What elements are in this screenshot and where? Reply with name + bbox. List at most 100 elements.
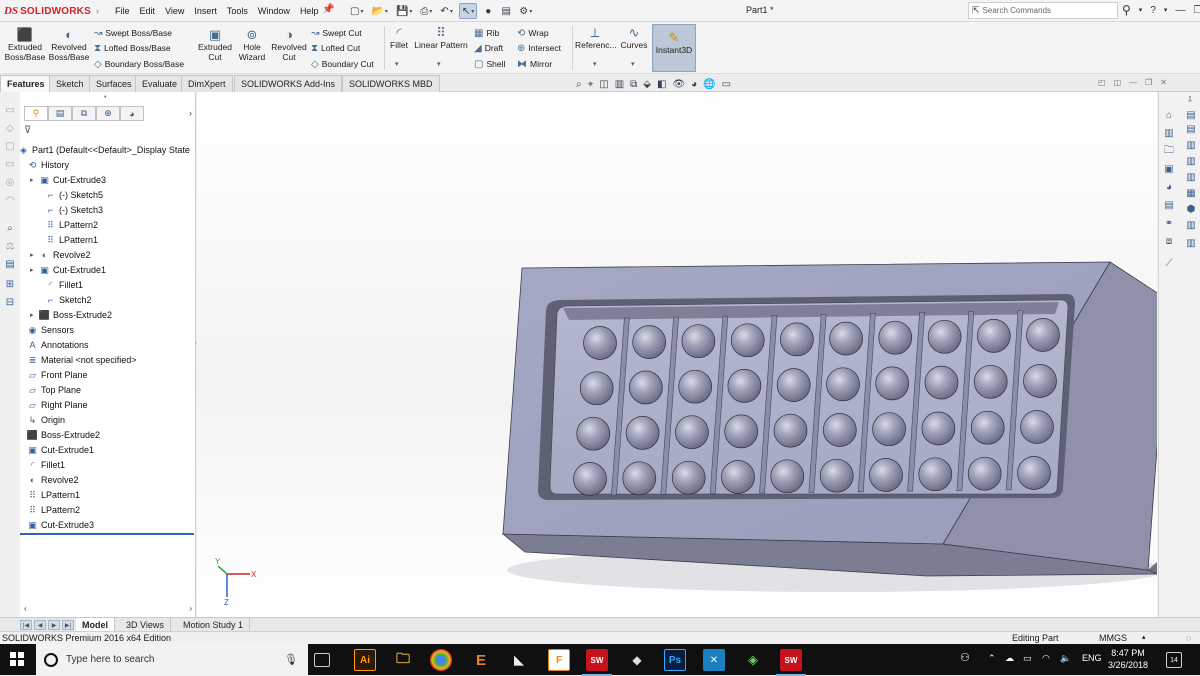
extruded-cut-button[interactable]: ▣ Extruded Cut — [196, 28, 234, 63]
help-dropdown-icon[interactable]: ▾ — [1164, 6, 1168, 14]
inkscape-app-icon[interactable]: ◆ — [626, 649, 648, 671]
tree-root-part1[interactable]: ◈ Part1 (Default<<Default>_Display State — [18, 143, 190, 157]
help-icon[interactable]: ? — [1150, 5, 1156, 16]
tree-item[interactable]: ⠿ LPattern2 — [36, 218, 98, 232]
tree-item[interactable]: ▸ ▣ Cut-Extrude3 — [30, 173, 106, 187]
panel-collapse-dot[interactable]: • — [104, 94, 106, 101]
viewport-restore-icon[interactable]: ❐ — [1145, 78, 1152, 87]
fillet-dropdown-icon[interactable]: ▾ — [395, 60, 399, 68]
pin-menu-icon[interactable]: 📌 — [322, 4, 334, 15]
circle-tool-icon[interactable]: ◎ — [4, 176, 16, 188]
dynamic-annotation-icon[interactable]: ⧉ — [630, 79, 637, 90]
last-tab-icon[interactable]: ▶| — [62, 620, 74, 630]
menu-file[interactable]: File — [110, 6, 135, 16]
reference-geometry-button[interactable]: ⟂ Referenc... — [575, 26, 617, 51]
microphone-icon[interactable]: 🎙 — [284, 653, 298, 666]
linear-pattern-button[interactable]: ⠿ Linear Pattern — [413, 26, 469, 51]
rectangle-tool-icon[interactable]: ▭ — [4, 158, 16, 170]
stack-item-1-icon[interactable]: ▤ — [1184, 108, 1198, 122]
tree-horizontal-scrollbar[interactable]: ‹ › — [20, 604, 196, 616]
display-pane-icon[interactable]: ▤ — [4, 258, 16, 270]
arc-tool-icon[interactable]: ◠ — [4, 194, 16, 206]
wifi-icon[interactable]: ◠ — [1042, 653, 1050, 664]
volume-icon[interactable]: 🔈 — [1060, 653, 1071, 664]
edit-appearance-icon[interactable]: ◕ — [691, 79, 697, 90]
search-scope-icon[interactable]: ⇱ — [969, 5, 983, 16]
curves-dropdown-icon[interactable]: ▾ — [631, 60, 635, 68]
tree-item[interactable]: ≣ Material <not specified> — [24, 353, 137, 367]
tab-solidworks-mbd[interactable]: SOLIDWORKS MBD — [342, 75, 440, 92]
task-view-icon[interactable] — [314, 653, 330, 667]
smart-dimension-icon[interactable]: ◇ — [4, 122, 16, 134]
sketch-tool-icon[interactable]: ▭ — [4, 104, 16, 116]
stack-item-8-icon[interactable]: ▥ — [1184, 218, 1198, 232]
chrome-app-icon[interactable] — [430, 649, 452, 671]
stack-item-7-icon[interactable]: ⬢ — [1184, 202, 1198, 216]
tree-item[interactable]: ⟲ History — [24, 158, 69, 172]
tree-item[interactable]: ⠿ LPattern1 — [36, 233, 98, 247]
linear-pattern-dropdown-icon[interactable]: ▾ — [437, 60, 441, 68]
scroll-right-icon[interactable]: › — [189, 604, 192, 616]
photoshop-app-icon[interactable]: Ps — [664, 649, 686, 671]
swept-cut-button[interactable]: ↝ Swept Cut — [311, 26, 362, 40]
stack-item-6-icon[interactable]: ▦ — [1184, 186, 1198, 200]
tree-item[interactable]: ▱ Front Plane — [24, 368, 88, 382]
solidworks-2016-app-icon-1[interactable]: SW — [582, 649, 612, 676]
scroll-left-icon[interactable]: ‹ — [24, 604, 27, 616]
tree-item[interactable]: ▸ ⬛ Boss-Extrude2 — [30, 308, 112, 322]
pushpin-icon[interactable]: ⟋ — [1162, 256, 1176, 270]
revolved-boss-button[interactable]: ◐ Revolved Boss/Base — [48, 28, 90, 63]
tree-item[interactable]: ⠿ LPattern2 — [24, 503, 80, 517]
tree-item[interactable]: ⬛ Boss-Extrude2 — [24, 428, 100, 442]
tree-item[interactable]: ◐ Revolve2 — [24, 473, 79, 487]
next-tab-icon[interactable]: ▶ — [48, 620, 60, 630]
view-settings-icon[interactable]: ▭ — [722, 79, 731, 90]
line-tool-icon[interactable]: ▢ — [4, 140, 16, 152]
view-orientation-icon[interactable]: ⬙ — [643, 79, 651, 90]
people-icon[interactable]: ⚇ — [960, 651, 970, 664]
notification-center-icon[interactable]: 14 — [1166, 652, 1182, 668]
model-view[interactable]: X Y Z — [197, 92, 1157, 617]
select-cursor-icon[interactable]: ↖ ▾ — [458, 3, 478, 19]
design-library-icon[interactable]: ▥ — [1162, 126, 1176, 140]
options-gear-icon[interactable]: ⚙ ▾ — [517, 3, 534, 19]
tree-item[interactable]: ▱ Right Plane — [24, 398, 88, 412]
viewport-tile-icon[interactable]: ◫ — [1114, 78, 1122, 87]
tree-item[interactable]: ↳ Origin — [24, 413, 65, 427]
tree-item[interactable]: ◜ Fillet1 — [36, 278, 83, 292]
sourcetree-app-icon[interactable]: ◈ — [742, 649, 764, 671]
tab-scroll-right-icon[interactable]: › — [144, 106, 192, 121]
tab-dimxpert[interactable]: DimXpert — [181, 75, 233, 92]
draft-button[interactable]: ◢ Draft — [474, 41, 503, 55]
hide-show-items-icon[interactable]: 👁 — [672, 79, 685, 90]
menu-tools[interactable]: Tools — [222, 6, 253, 16]
feature-manager-tab-icon[interactable]: ⚲ — [24, 106, 48, 121]
configuration-manager-tab-icon[interactable]: ⧉ — [72, 106, 96, 121]
rib-button[interactable]: ▦ Rib — [474, 26, 499, 40]
expand-arrow-icon[interactable]: ▸ — [30, 311, 36, 319]
boundary-cut-button[interactable]: ◇ Boundary Cut — [311, 57, 374, 71]
stack-item-2-icon[interactable]: ▤ — [1184, 122, 1198, 136]
reference-dropdown-icon[interactable]: ▾ — [593, 60, 597, 68]
tree-filter-icon[interactable]: ⊽ — [24, 125, 31, 136]
menu-window[interactable]: Window — [253, 6, 295, 16]
expand-arrow-icon[interactable]: ▸ — [30, 251, 36, 259]
tree-item[interactable]: ◉ Sensors — [24, 323, 74, 337]
tab-3d-views[interactable]: 3D Views — [120, 618, 171, 632]
menu-edit[interactable]: Edit — [135, 6, 161, 16]
zoom-to-area-icon[interactable]: ⌖ — [588, 79, 594, 90]
menu-help[interactable]: Help — [295, 6, 324, 16]
status-resize-icon[interactable]: ◌ — [1186, 633, 1191, 643]
tree-item[interactable]: ▸ ▣ Cut-Extrude1 — [30, 263, 106, 277]
boundary-boss-button[interactable]: ◇ Boundary Boss/Base — [94, 57, 184, 71]
lofted-boss-button[interactable]: ⧗ Lofted Boss/Base — [94, 41, 171, 55]
wolf-app-icon[interactable]: ◣ — [508, 649, 530, 671]
wrap-button[interactable]: ⟲ Wrap — [517, 26, 549, 40]
search-commands[interactable]: ⇱ Search Commands — [968, 2, 1118, 19]
measure-icon[interactable]: ⌕ — [4, 222, 16, 234]
property-manager-tab-icon[interactable]: ▤ — [48, 106, 72, 121]
language-indicator[interactable]: ENG — [1082, 653, 1102, 663]
first-tab-icon[interactable]: |◀ — [20, 620, 32, 630]
windows-start-icon[interactable] — [10, 652, 24, 666]
solidworks-logo[interactable]: DS SOLIDWORKS › — [4, 4, 99, 18]
